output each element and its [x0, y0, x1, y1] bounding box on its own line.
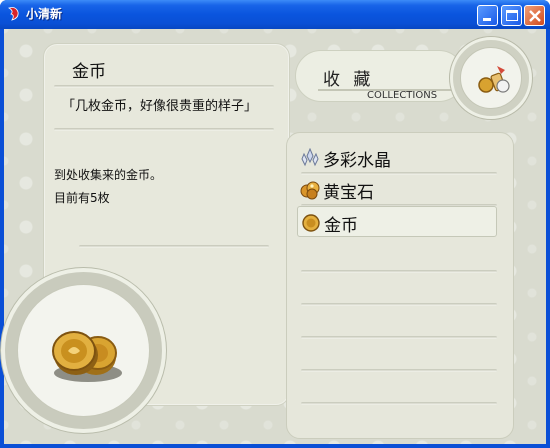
coin-stack-icon	[52, 331, 122, 382]
collections-list: 多彩水晶 黄宝石 金币	[286, 132, 514, 439]
item-description: 到处收集来的金币。	[54, 168, 163, 182]
list-item-crystal[interactable]: 多彩水晶	[297, 142, 497, 173]
list-item-label: 黄宝石	[323, 183, 374, 203]
empty-row-line	[301, 270, 497, 273]
maximize-button[interactable]	[501, 5, 522, 26]
app-window: 小清新 金币 「几枚金币，好像很贵重的样子」 到处收集来的金币。 目前有5枚 收…	[0, 0, 550, 448]
item-image-backdrop	[17, 284, 150, 417]
list-item-label: 多彩水晶	[323, 151, 391, 171]
app-icon	[8, 7, 19, 21]
coin-icon	[302, 214, 320, 232]
crystal-icon	[301, 148, 319, 167]
close-icon	[529, 10, 541, 22]
collections-header: 收 藏 COLLECTIONS	[295, 50, 465, 102]
divider	[54, 128, 274, 131]
list-item-topaz[interactable]: 黄宝石	[297, 174, 497, 205]
window-title: 小清新	[26, 7, 63, 21]
item-quote: 「几枚金币，好像很贵重的样子」	[62, 99, 258, 114]
collections-subtitle: COLLECTIONS	[367, 90, 438, 101]
divider	[54, 85, 274, 88]
collections-title: 收 藏	[323, 70, 375, 90]
client-area: 金币 「几枚金币，好像很贵重的样子」 到处收集来的金币。 目前有5枚 收 藏 C…	[1, 29, 546, 444]
item-description-block: 到处收集来的金币。 目前有5枚	[54, 164, 162, 210]
topaz-icon	[300, 181, 320, 200]
empty-row-line	[301, 369, 497, 372]
empty-row-line	[301, 303, 497, 306]
item-count: 目前有5枚	[54, 191, 110, 205]
list-item-coin[interactable]: 金币	[297, 206, 497, 237]
title-bar[interactable]: 小清新	[0, 0, 550, 29]
empty-row-line	[301, 336, 497, 339]
divider	[79, 245, 269, 248]
minimize-button[interactable]	[477, 5, 498, 26]
empty-row-line	[301, 402, 497, 405]
item-image-frame	[1, 268, 166, 433]
collection-items-icon	[478, 66, 510, 93]
item-name: 金币	[72, 62, 106, 82]
close-button[interactable]	[524, 5, 545, 26]
collections-badge	[450, 37, 532, 119]
list-item-label: 金币	[324, 216, 358, 236]
collections-badge-backdrop	[460, 47, 522, 109]
